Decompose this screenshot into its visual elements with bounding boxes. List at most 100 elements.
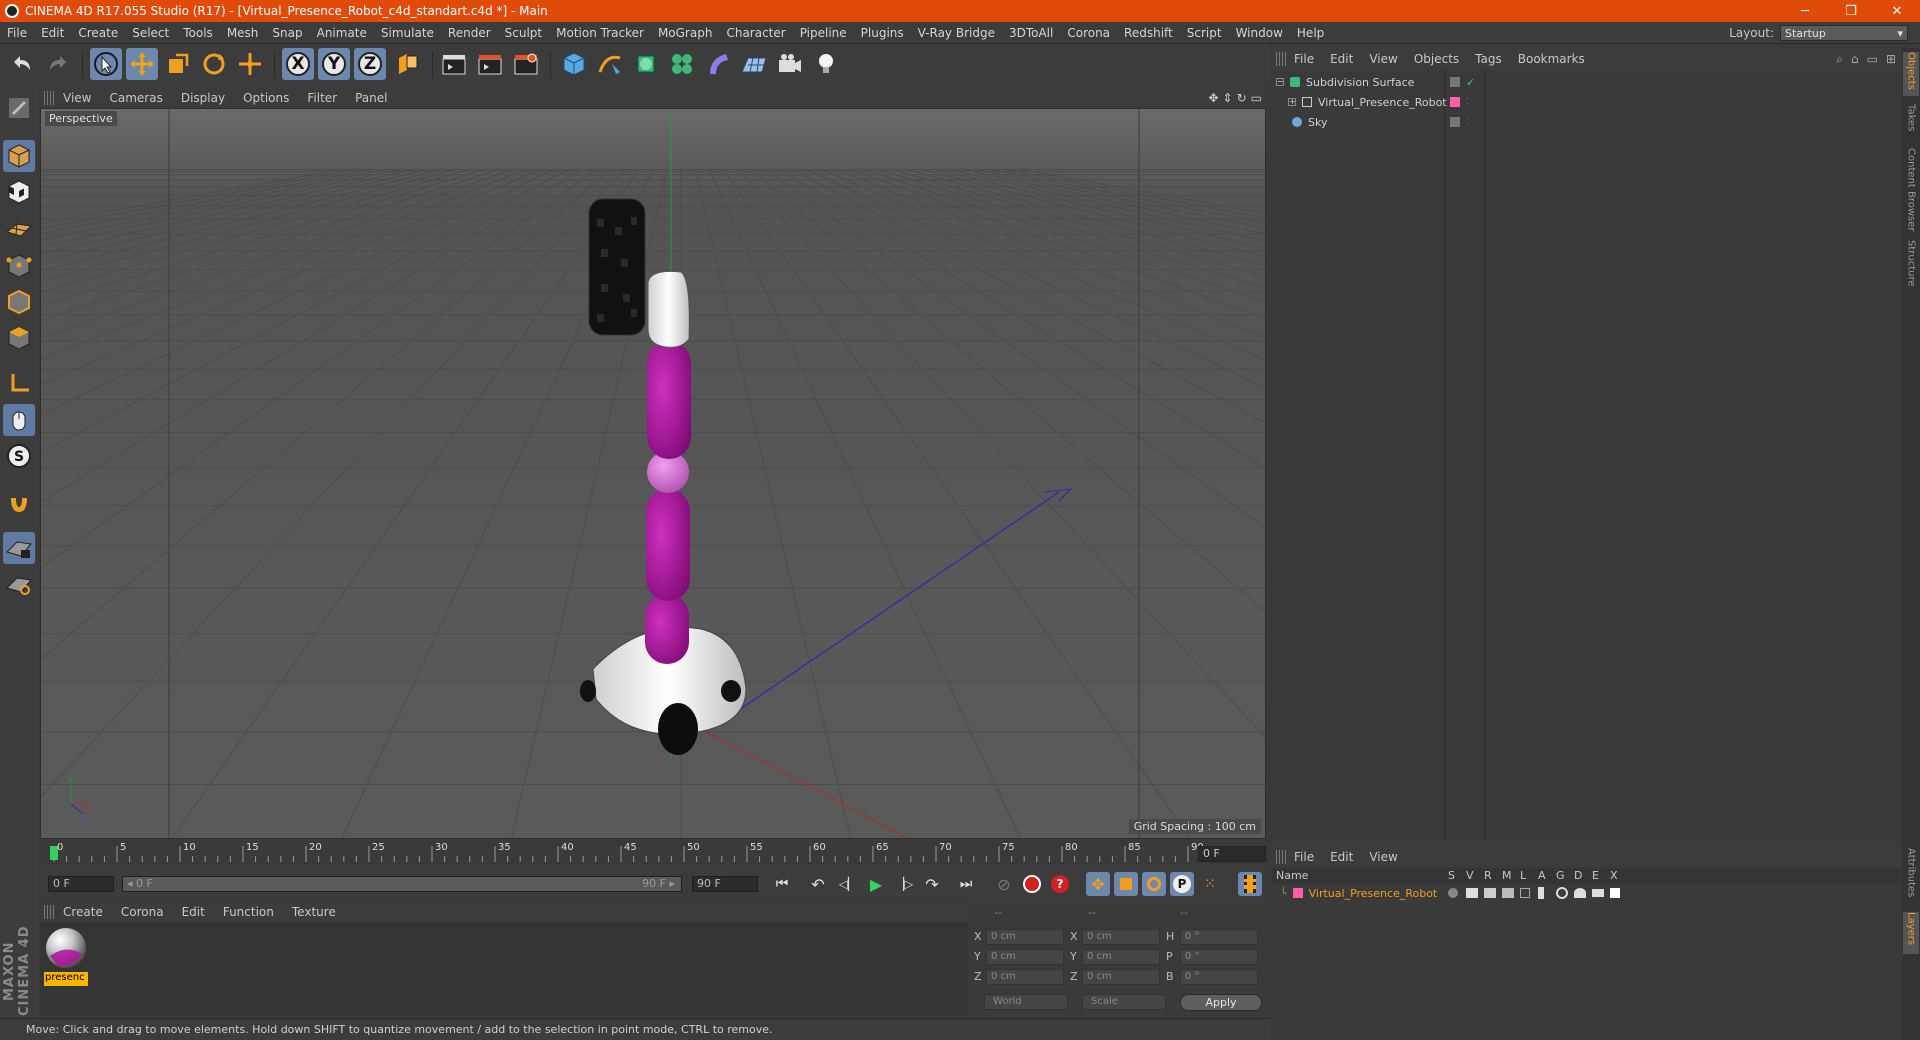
record-active-objects-button[interactable]	[1020, 872, 1044, 896]
timeline-end-field[interactable]: 90 F	[692, 876, 758, 892]
add-subdivision-surface-button[interactable]	[630, 48, 662, 80]
planar-workplane-button[interactable]	[3, 568, 35, 600]
objects-menu-bookmarks[interactable]: Bookmarks	[1510, 52, 1593, 66]
snapping-button[interactable]: S	[3, 440, 35, 472]
menu-sculpt[interactable]: Sculpt	[498, 26, 549, 40]
menu-window[interactable]: Window	[1229, 26, 1290, 40]
tweak-mode-button[interactable]	[3, 404, 35, 436]
go-to-start-button[interactable]: ⏮	[770, 872, 794, 896]
size-x-field[interactable]: 0 cm	[1082, 929, 1160, 945]
layer-visible-eye-icon[interactable]	[1466, 888, 1478, 898]
rotation-b-field[interactable]: 0 °	[1180, 969, 1258, 985]
current-frame-field[interactable]: 0 F	[1198, 846, 1266, 862]
viewport-menu-display[interactable]: Display	[172, 91, 234, 105]
tab-structure[interactable]: Structure	[1903, 240, 1919, 294]
layer-tag-icon[interactable]	[1450, 77, 1460, 87]
objects-menu-objects[interactable]: Objects	[1406, 52, 1467, 66]
layer-generator-icon[interactable]	[1556, 887, 1568, 899]
layer-col-render[interactable]: R	[1484, 869, 1492, 882]
objects-menu-view[interactable]: View	[1361, 52, 1405, 66]
menu-file[interactable]: File	[0, 26, 34, 40]
layers-menu-edit[interactable]: Edit	[1322, 850, 1361, 864]
menu-edit[interactable]: Edit	[34, 26, 71, 40]
go-to-previous-key-button[interactable]: ↶	[806, 872, 830, 896]
magnet-snap-button[interactable]	[3, 488, 35, 520]
viewport-maximize-icon[interactable]: ▭	[1251, 91, 1262, 105]
viewport-pan-icon[interactable]: ✥	[1208, 91, 1218, 105]
play-button[interactable]: ▶	[864, 872, 888, 896]
layer-tag-icon[interactable]	[1450, 117, 1460, 127]
add-floor-button[interactable]	[738, 48, 770, 80]
key-point-level-button[interactable]: ⁙	[1198, 872, 1222, 896]
layer-name[interactable]: Virtual_Presence_Robot	[1309, 887, 1438, 900]
minimize-button[interactable]: ─	[1782, 0, 1828, 22]
viewport-menu-panel[interactable]: Panel	[346, 91, 396, 105]
objects-menu-file[interactable]: File	[1286, 52, 1322, 66]
coordinate-system-button[interactable]	[392, 48, 424, 80]
menu-animate[interactable]: Animate	[310, 26, 374, 40]
object-row-virtual-presence-robot[interactable]: + Virtual_Presence_Robot ⁚	[1272, 92, 1902, 112]
menu-character[interactable]: Character	[719, 26, 792, 40]
render-settings-button[interactable]	[510, 48, 542, 80]
layer-lock-icon[interactable]	[1520, 888, 1530, 898]
move-tool-button[interactable]	[126, 48, 158, 80]
tab-content-browser[interactable]: Content Browser	[1903, 148, 1919, 232]
viewport-menu-filter[interactable]: Filter	[298, 91, 346, 105]
go-to-next-key-button[interactable]: ↷	[920, 872, 944, 896]
home-icon[interactable]: ⌂	[1851, 52, 1859, 67]
maximize-button[interactable]: ❐	[1828, 0, 1874, 22]
key-rotation-button[interactable]	[1142, 872, 1166, 896]
redo-button[interactable]	[42, 48, 74, 80]
viewport-zoom-icon[interactable]: ⇕	[1223, 91, 1233, 105]
menu-plugins[interactable]: Plugins	[854, 26, 911, 40]
layer-col-deformers[interactable]: D	[1574, 869, 1582, 882]
object-row-sky[interactable]: Sky ⁚	[1272, 112, 1902, 132]
visibility-dots-icon[interactable]: ⁚	[1466, 117, 1469, 127]
search-icon[interactable]: ⌕	[1836, 52, 1843, 67]
layer-render-icon[interactable]	[1484, 888, 1496, 898]
expand-panel-icon[interactable]: ⊞	[1886, 52, 1896, 67]
preview-range-slider[interactable]: ◂ 0 F 90 F ▸	[122, 876, 682, 892]
menu-motion-tracker[interactable]: Motion Tracker	[549, 26, 651, 40]
viewport-menu-options[interactable]: Options	[234, 91, 298, 105]
key-parameter-button[interactable]: P	[1170, 872, 1194, 896]
go-to-end-button[interactable]: ⏭	[954, 872, 978, 896]
add-mograph-cloner-button[interactable]	[666, 48, 698, 80]
menu-mograph[interactable]: MoGraph	[651, 26, 720, 40]
visibility-dots-icon[interactable]: ⁚	[1466, 97, 1469, 107]
rotation-h-field[interactable]: 0 °	[1180, 929, 1258, 945]
menu-snap[interactable]: Snap	[265, 26, 309, 40]
material-menu-corona[interactable]: Corona	[112, 905, 173, 919]
menu-render[interactable]: Render	[441, 26, 498, 40]
material-swatch[interactable]: presenc	[44, 926, 88, 986]
layer-col-generators[interactable]: G	[1556, 869, 1565, 882]
render-view-button[interactable]	[438, 48, 470, 80]
rotate-tool-button[interactable]	[198, 48, 230, 80]
objects-menu-edit[interactable]: Edit	[1322, 52, 1361, 66]
render-to-picture-viewer-button[interactable]	[474, 48, 506, 80]
object-row-subdivision-surface[interactable]: − Subdivision Surface ✓	[1272, 72, 1902, 92]
texture-mode-button[interactable]	[3, 176, 35, 208]
position-x-field[interactable]: 0 cm	[986, 929, 1064, 945]
add-camera-button[interactable]	[774, 48, 806, 80]
autokeying-button[interactable]: ?	[1048, 872, 1072, 896]
make-editable-button[interactable]	[3, 92, 35, 124]
menu-vray-bridge[interactable]: V-Ray Bridge	[911, 26, 1002, 40]
menu-create[interactable]: Create	[71, 26, 125, 40]
material-menu-texture[interactable]: Texture	[283, 905, 345, 919]
points-mode-button[interactable]	[3, 250, 35, 282]
menu-simulate[interactable]: Simulate	[374, 26, 441, 40]
layer-manager-icon[interactable]	[1502, 888, 1514, 898]
menu-help[interactable]: Help	[1290, 26, 1331, 40]
layer-expression-icon[interactable]	[1592, 889, 1604, 897]
axis-mode-button[interactable]	[3, 368, 35, 400]
step-back-button[interactable]: ◁▏	[836, 872, 860, 896]
tab-attributes[interactable]: Attributes	[1903, 848, 1919, 906]
layer-col-manager[interactable]: M	[1502, 869, 1512, 882]
layers-menu-file[interactable]: File	[1286, 850, 1322, 864]
x-axis-lock-button[interactable]: X	[282, 48, 314, 80]
layer-xref-icon[interactable]	[1610, 888, 1620, 898]
menu-corona[interactable]: Corona	[1060, 26, 1117, 40]
tab-objects[interactable]: Objects	[1903, 52, 1919, 96]
rotation-p-field[interactable]: 0 °	[1180, 949, 1258, 965]
